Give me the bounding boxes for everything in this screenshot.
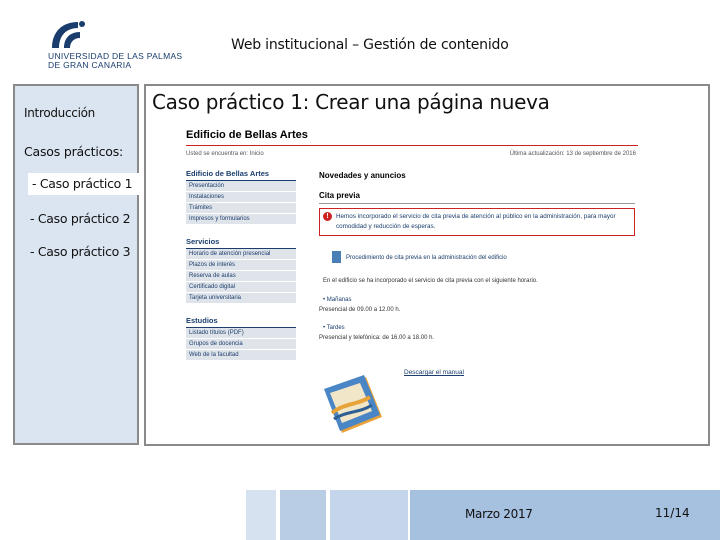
procedure-link[interactable]: Procedimiento de cita previa en la admin… <box>346 255 507 261</box>
page-number: 11/14 <box>655 506 690 520</box>
footer-decor <box>280 490 326 540</box>
nav-item[interactable]: Trámites <box>186 203 296 214</box>
sidebar-item-caso-3[interactable]: - Caso práctico 3 <box>30 244 131 259</box>
nav-item[interactable]: Web de la facultad <box>186 350 296 361</box>
nav-heading: Servicios <box>186 237 296 249</box>
alert-box: ! Hemos incorporado el servicio de cita … <box>319 208 635 236</box>
last-update: Última actualización: 13 de septiembre d… <box>509 151 636 157</box>
document-icon <box>332 251 341 263</box>
footer-date: Marzo 2017 <box>465 507 533 521</box>
nav-item[interactable]: Plazos de interés <box>186 260 296 271</box>
nav-item[interactable]: Presentación <box>186 181 296 192</box>
sidebar-heading-casos: Casos prácticos: <box>24 144 124 159</box>
schedule-label-text: Tardes <box>326 325 345 331</box>
cita-heading: Cita previa <box>319 191 360 200</box>
news-heading: Novedades y anuncios <box>319 171 406 180</box>
university-logo: UNIVERSIDAD DE LAS PALMAS DE GRAN CANARI… <box>48 18 182 70</box>
footer-decor <box>330 490 408 540</box>
manual-cover-image <box>324 375 382 433</box>
nav-heading: Edificio de Bellas Artes <box>186 169 296 181</box>
sidebar-item-caso-1[interactable]: - Caso práctico 1 <box>28 173 141 195</box>
schedule-label-text: Mañanas <box>326 297 352 303</box>
sidebar-panel: Introducción Casos prácticos: - Caso prá… <box>13 84 141 445</box>
alert-icon: ! <box>323 212 332 221</box>
alert-text: Hemos incorporado el servicio de cita pr… <box>336 213 616 230</box>
page-title: Caso práctico 1: Crear una página nueva <box>152 90 550 114</box>
header-title: Web institucional – Gestión de contenido <box>231 37 509 53</box>
schedule-label: • Tardes <box>323 325 345 331</box>
breadcrumb: Usted se encuentra en: Inicio <box>186 151 264 157</box>
schedule-value: Presencial de 09.00 a 12.00 h. <box>319 307 401 313</box>
nav-heading: Estudios <box>186 316 296 328</box>
title-divider <box>186 145 638 146</box>
download-manual-link[interactable]: Descargar el manual <box>404 369 464 376</box>
logo-line-2: DE GRAN CANARIA <box>48 60 132 70</box>
nav-item[interactable]: Reserva de aulas <box>186 271 296 282</box>
nav-item[interactable]: Certificado digital <box>186 282 296 293</box>
info-text: En el edificio se ha incorporado el serv… <box>323 278 538 284</box>
sidebar-item-caso-2[interactable]: - Caso práctico 2 <box>30 211 131 226</box>
web-side-nav: Edificio de Bellas Artes Presentación In… <box>186 167 296 361</box>
website-screenshot: Edificio de Bellas Artes Usted se encuen… <box>182 125 638 435</box>
nav-item[interactable]: Impresos y formularios <box>186 214 296 225</box>
nav-item[interactable]: Listado títulos (PDF) <box>186 328 296 339</box>
university-logo-icon <box>52 21 85 48</box>
nav-item[interactable]: Instalaciones <box>186 192 296 203</box>
sidebar-item-introduccion[interactable]: Introducción <box>24 106 95 120</box>
nav-item[interactable]: Tarjeta universitaria <box>186 293 296 304</box>
footer-decor <box>246 490 276 540</box>
schedule-label: • Mañanas <box>323 297 352 303</box>
nav-item[interactable]: Horario de atención presencial <box>186 249 296 260</box>
nav-item[interactable]: Grupos de docencia <box>186 339 296 350</box>
web-page-title: Edificio de Bellas Artes <box>186 129 308 141</box>
logo-wordmark: UNIVERSIDAD DE LAS PALMAS DE GRAN CANARI… <box>48 52 182 70</box>
schedule-value: Presencial y telefónica: de 16.00 a 18.0… <box>319 335 435 341</box>
cita-divider <box>319 203 635 204</box>
